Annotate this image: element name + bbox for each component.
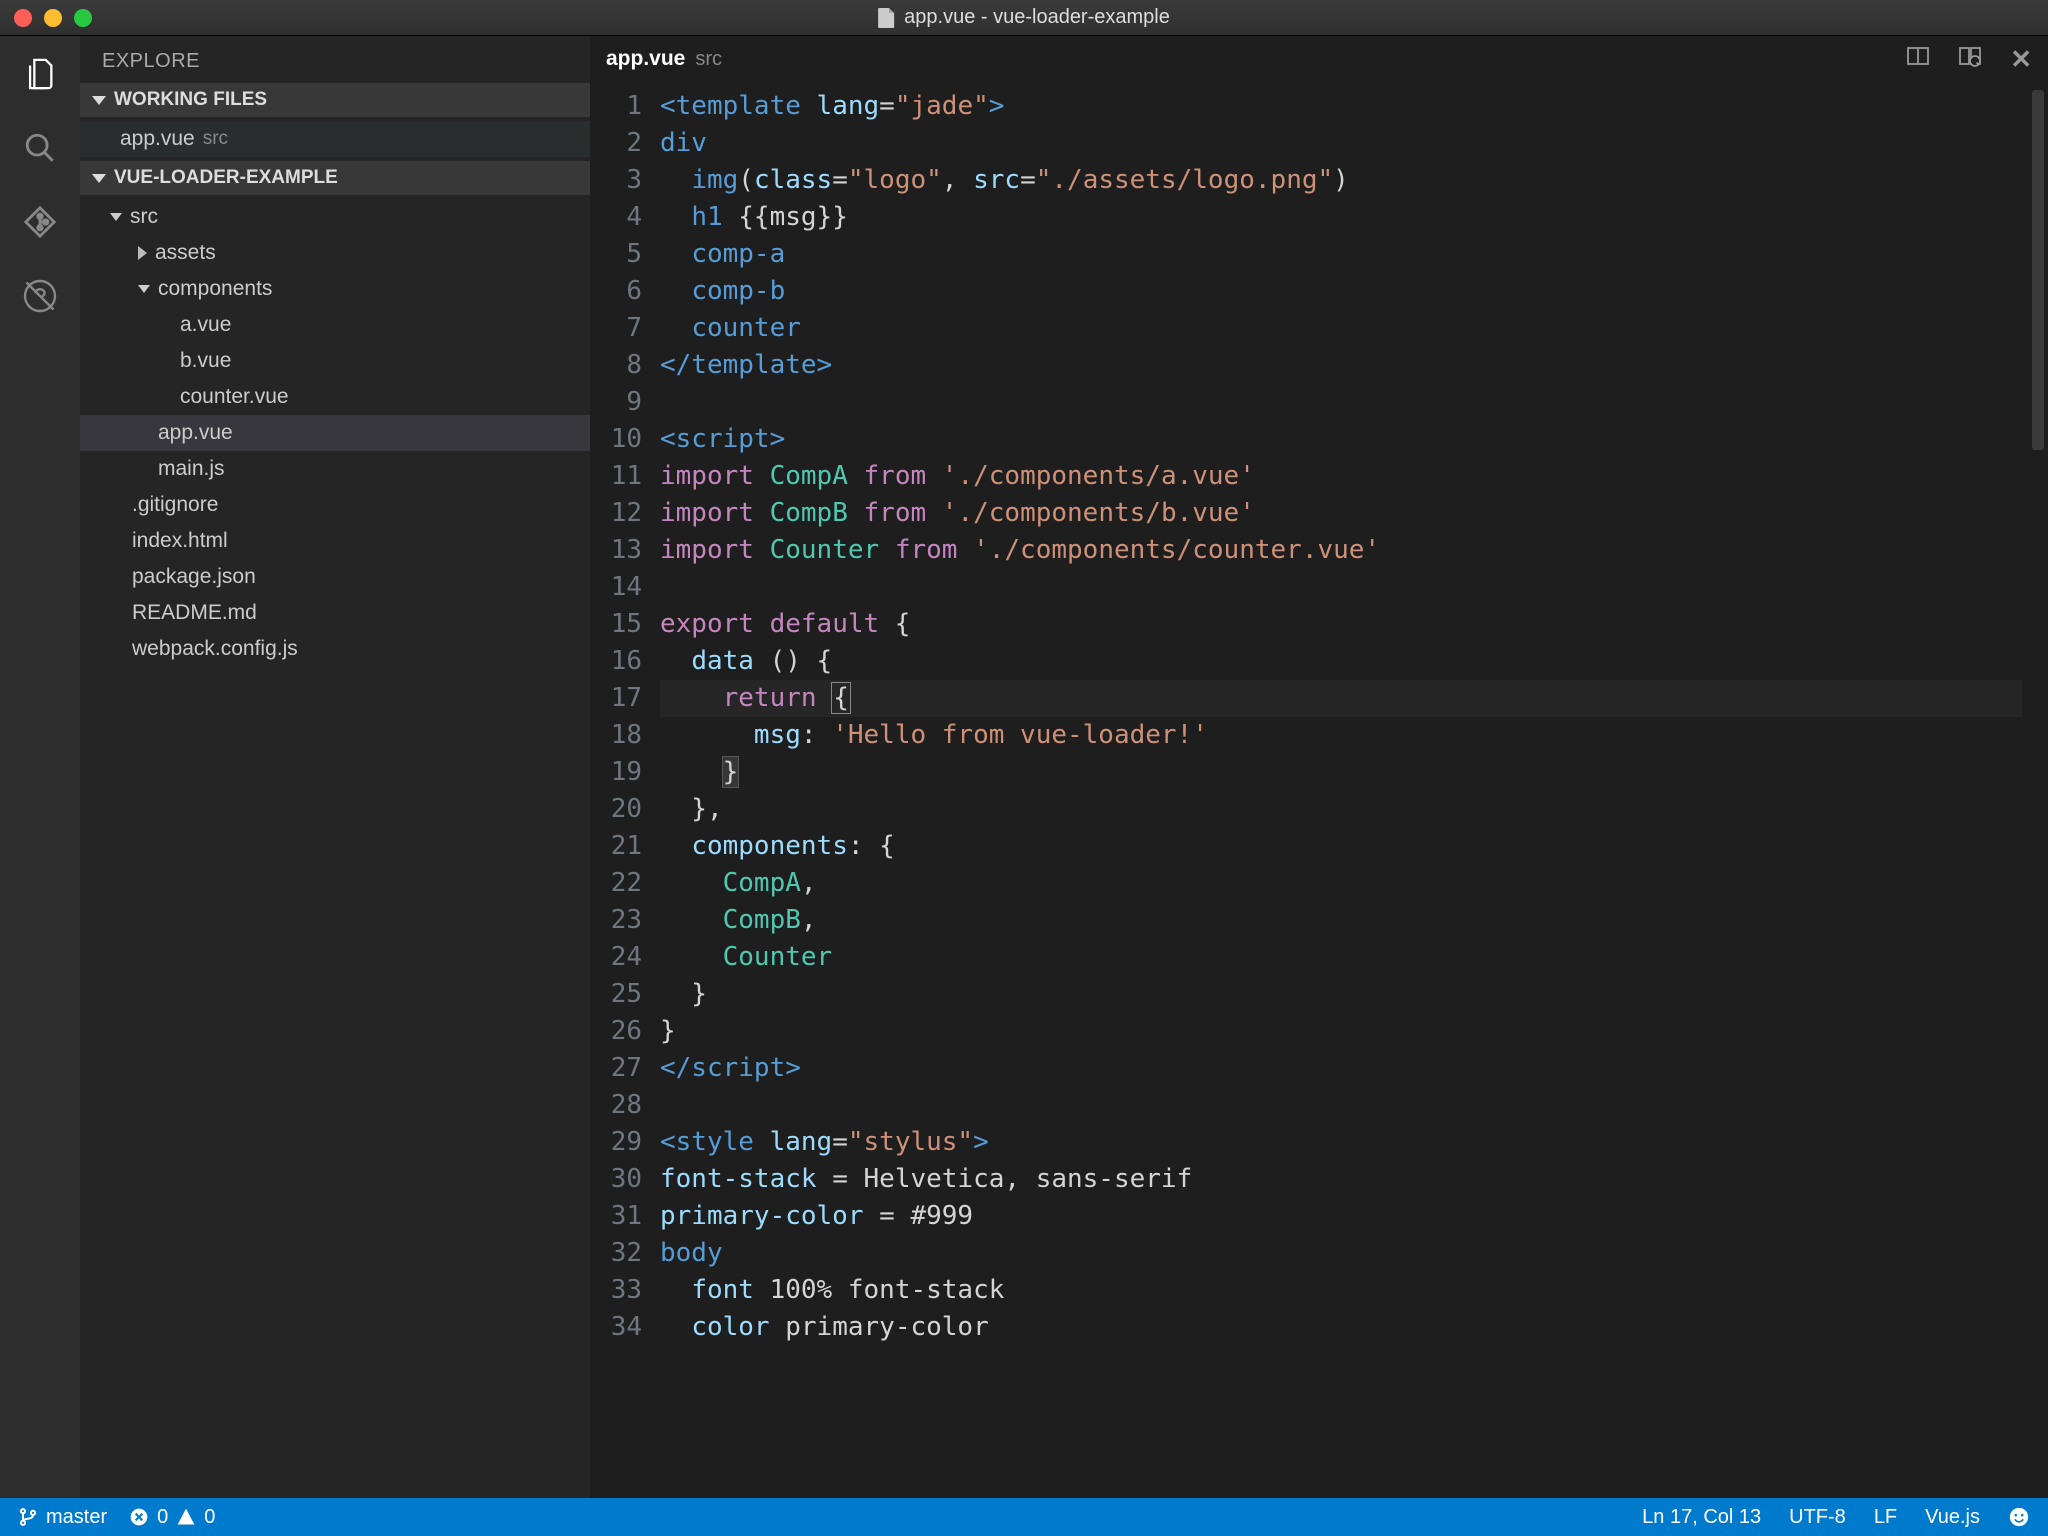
chevron-right-icon bbox=[138, 246, 147, 260]
project-header-label: VUE-LOADER-EXAMPLE bbox=[114, 167, 338, 189]
traffic-lights bbox=[14, 9, 92, 27]
code-content[interactable]: <template lang="jade">div img(class="log… bbox=[660, 82, 2022, 1498]
folder-label: assets bbox=[155, 241, 216, 265]
file-label: webpack.config.js bbox=[132, 637, 298, 661]
folder-label: src bbox=[130, 205, 158, 229]
window-title-text: app.vue - vue-loader-example bbox=[904, 6, 1170, 29]
file-label: app.vue bbox=[158, 421, 233, 445]
git-branch[interactable]: master bbox=[18, 1506, 107, 1529]
file-label: b.vue bbox=[180, 349, 231, 373]
file-item[interactable]: README.md bbox=[80, 595, 590, 631]
scrollbar[interactable] bbox=[2022, 82, 2048, 1498]
feedback-icon[interactable] bbox=[2008, 1506, 2030, 1528]
activity-bar bbox=[0, 36, 80, 1498]
file-item[interactable]: counter.vue bbox=[80, 379, 590, 415]
file-label: main.js bbox=[158, 457, 225, 481]
working-files-header[interactable]: WORKING FILES bbox=[80, 83, 590, 117]
working-files-label: WORKING FILES bbox=[114, 89, 267, 111]
titlebar: app.vue - vue-loader-example bbox=[0, 0, 2048, 36]
file-label: a.vue bbox=[180, 313, 231, 337]
chevron-down-icon bbox=[92, 96, 106, 105]
code-editor[interactable]: 1234567891011121314151617181920212223242… bbox=[590, 82, 2048, 1498]
split-editor-icon[interactable] bbox=[1906, 44, 1930, 75]
document-icon bbox=[878, 8, 894, 28]
compare-icon[interactable] bbox=[1958, 44, 1982, 75]
explorer-sidebar: EXPLORE WORKING FILES app.vue src VUE-LO… bbox=[80, 36, 590, 1498]
file-label: README.md bbox=[132, 601, 257, 625]
explorer-icon[interactable] bbox=[20, 54, 60, 94]
working-file-hint: src bbox=[203, 128, 228, 150]
folder-src[interactable]: src bbox=[80, 199, 590, 235]
chevron-down-icon bbox=[138, 285, 150, 293]
working-files-list: app.vue src bbox=[80, 117, 590, 161]
folder-label: components bbox=[158, 277, 272, 301]
line-number-gutter: 1234567891011121314151617181920212223242… bbox=[590, 82, 660, 1498]
folder-assets[interactable]: assets bbox=[80, 235, 590, 271]
close-window-button[interactable] bbox=[14, 9, 32, 27]
close-icon[interactable]: ✕ bbox=[2010, 44, 2032, 75]
chevron-down-icon bbox=[110, 213, 122, 221]
maximize-window-button[interactable] bbox=[74, 9, 92, 27]
tab-hint: src bbox=[695, 48, 722, 71]
file-label: counter.vue bbox=[180, 385, 289, 409]
file-item[interactable]: .gitignore bbox=[80, 487, 590, 523]
tab-active[interactable]: app.vue src bbox=[606, 47, 722, 71]
file-item[interactable]: package.json bbox=[80, 559, 590, 595]
file-label: index.html bbox=[132, 529, 228, 553]
file-item[interactable]: a.vue bbox=[80, 307, 590, 343]
folder-components[interactable]: components bbox=[80, 271, 590, 307]
file-label: package.json bbox=[132, 565, 256, 589]
file-label: .gitignore bbox=[132, 493, 218, 517]
working-file-item[interactable]: app.vue src bbox=[80, 121, 590, 157]
status-bar: master 0 0 Ln 17, Col 13 UTF-8 LF Vue.js bbox=[0, 1498, 2048, 1536]
editor-actions: ✕ bbox=[1906, 44, 2032, 75]
tab-bar: app.vue src ✕ bbox=[590, 36, 2048, 82]
editor-area: app.vue src ✕ 12345678910111213141516171… bbox=[590, 36, 2048, 1498]
sidebar-title: EXPLORE bbox=[80, 36, 590, 83]
encoding[interactable]: UTF-8 bbox=[1789, 1506, 1846, 1529]
file-item[interactable]: index.html bbox=[80, 523, 590, 559]
window-title: app.vue - vue-loader-example bbox=[878, 6, 1170, 29]
file-item-active[interactable]: app.vue bbox=[80, 415, 590, 451]
debug-icon[interactable] bbox=[20, 276, 60, 316]
search-icon[interactable] bbox=[20, 128, 60, 168]
eol[interactable]: LF bbox=[1874, 1506, 1897, 1529]
project-tree: src assets components a.vue b.vue counte… bbox=[80, 195, 590, 671]
warning-count: 0 bbox=[204, 1506, 215, 1529]
git-icon[interactable] bbox=[20, 202, 60, 242]
file-item[interactable]: main.js bbox=[80, 451, 590, 487]
branch-name: master bbox=[46, 1506, 107, 1529]
chevron-down-icon bbox=[92, 174, 106, 183]
tab-name: app.vue bbox=[606, 47, 685, 71]
problems[interactable]: 0 0 bbox=[129, 1506, 215, 1529]
minimize-window-button[interactable] bbox=[44, 9, 62, 27]
file-item[interactable]: b.vue bbox=[80, 343, 590, 379]
language-mode[interactable]: Vue.js bbox=[1925, 1506, 1980, 1529]
error-count: 0 bbox=[157, 1506, 168, 1529]
file-item[interactable]: webpack.config.js bbox=[80, 631, 590, 667]
project-header[interactable]: VUE-LOADER-EXAMPLE bbox=[80, 161, 590, 195]
working-file-name: app.vue bbox=[120, 127, 195, 151]
cursor-position[interactable]: Ln 17, Col 13 bbox=[1642, 1506, 1761, 1529]
